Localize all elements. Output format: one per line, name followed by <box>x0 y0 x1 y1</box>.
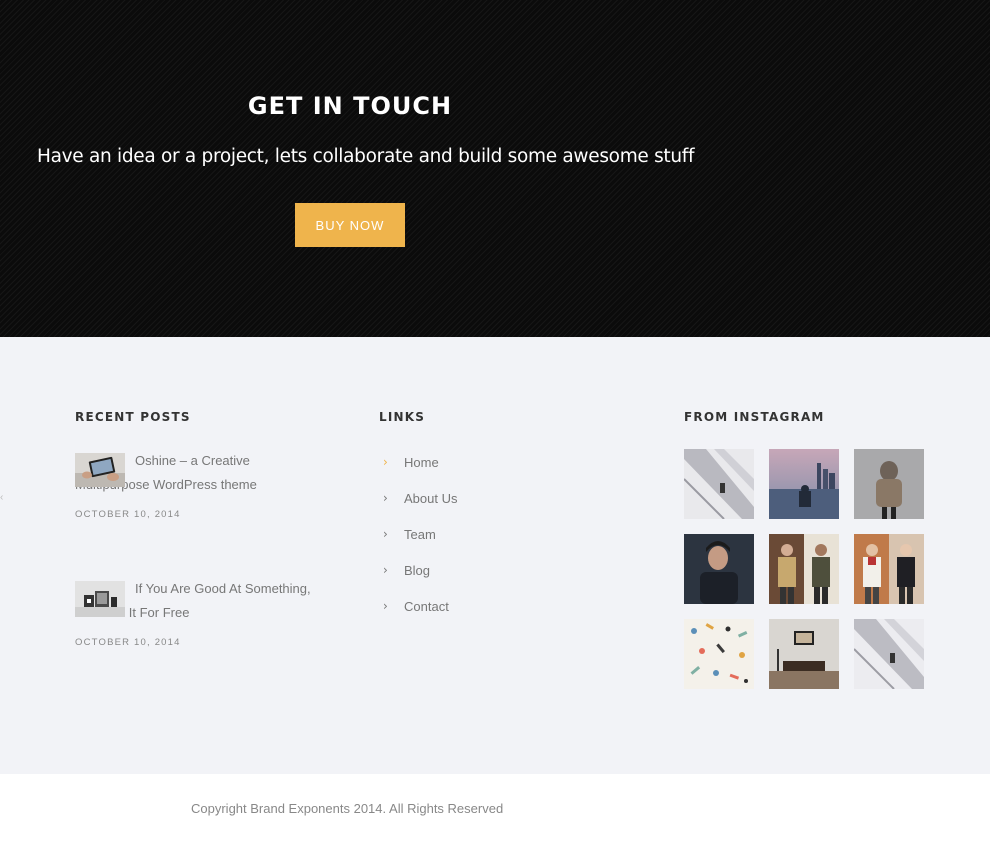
copyright-bar: Copyright Brand Exponents 2014. All Righ… <box>0 774 990 844</box>
link-team[interactable]: Team <box>404 524 436 546</box>
post-date: OCTOBER 10, 2014 <box>75 509 181 520</box>
left-edge-arrow-icon[interactable]: ‹ <box>0 492 3 503</box>
instagram-photo-city-lake[interactable] <box>769 449 839 519</box>
link-item-contact[interactable]: › Contact <box>383 596 457 632</box>
post-date: OCTOBER 10, 2014 <box>75 637 181 648</box>
chevron-right-icon: › <box>383 599 388 613</box>
link-item-home[interactable]: › Home <box>383 452 457 488</box>
hero-subtitle: Have an idea or a project, lets collabor… <box>37 146 695 167</box>
post-thumbnail[interactable] <box>75 581 125 617</box>
instagram-photo-pattern[interactable] <box>684 619 754 689</box>
chevron-right-icon: › <box>383 527 388 541</box>
instagram-photo-two-men[interactable] <box>769 534 839 604</box>
recent-post: Oshine – a Creative Multipurpose WordPre… <box>75 453 325 520</box>
link-home[interactable]: Home <box>404 452 439 474</box>
instagram-photo-interior-room[interactable] <box>769 619 839 689</box>
chevron-right-icon: › <box>383 563 388 577</box>
recent-posts-title: RECENT POSTS <box>75 410 191 424</box>
link-item-team[interactable]: › Team <box>383 524 457 560</box>
get-in-touch-section: GET IN TOUCH Have an idea or a project, … <box>0 0 990 337</box>
chevron-right-icon: › <box>383 455 388 469</box>
link-contact[interactable]: Contact <box>404 596 449 618</box>
instagram-photo-staircase-2[interactable] <box>854 619 924 689</box>
instagram-title: FROM INSTAGRAM <box>684 410 825 424</box>
instagram-photo-two-men-color[interactable] <box>854 534 924 604</box>
links-list: › Home › About Us › Team › Blog › Contac… <box>383 452 457 632</box>
chevron-right-icon: › <box>383 491 388 505</box>
hero-title: GET IN TOUCH <box>247 92 453 120</box>
instagram-photo-hooded-figure[interactable] <box>854 449 924 519</box>
buy-now-button[interactable]: BUY NOW <box>295 203 405 247</box>
link-item-blog[interactable]: › Blog <box>383 560 457 596</box>
instagram-grid <box>684 449 924 689</box>
link-about-us[interactable]: About Us <box>404 488 457 510</box>
recent-post: If You Are Good At Something, Don't Do I… <box>75 581 325 648</box>
footer-widgets: ‹ RECENT POSTS Oshine – a Creative Multi… <box>0 337 990 774</box>
instagram-photo-staircase[interactable] <box>684 449 754 519</box>
links-title: LINKS <box>379 410 426 424</box>
instagram-photo-man-portrait[interactable] <box>684 534 754 604</box>
link-blog[interactable]: Blog <box>404 560 430 582</box>
copyright-text: Copyright Brand Exponents 2014. All Righ… <box>191 801 504 816</box>
link-item-about-us[interactable]: › About Us <box>383 488 457 524</box>
post-thumbnail[interactable] <box>75 453 125 487</box>
